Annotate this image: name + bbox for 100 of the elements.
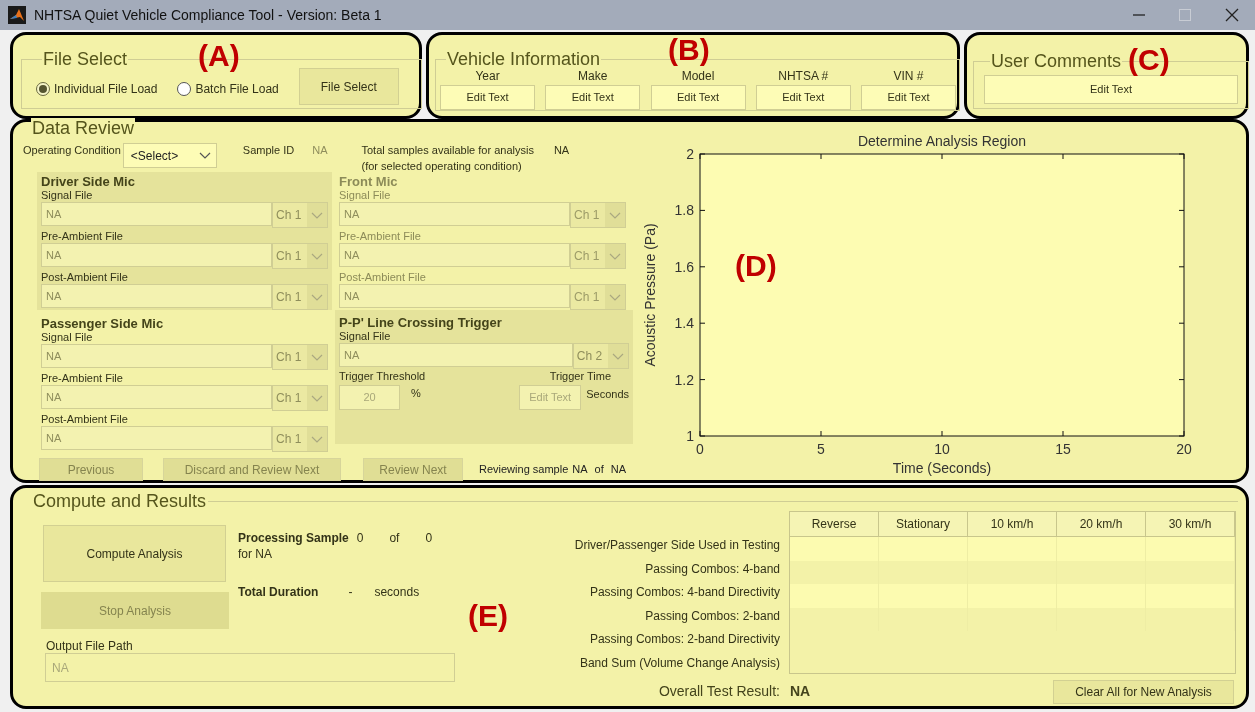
tick-label: 1.4 bbox=[674, 315, 694, 332]
trigger-title: P-P' Line Crossing Trigger bbox=[339, 315, 503, 330]
close-icon[interactable] bbox=[1225, 8, 1239, 22]
clear-all-button[interactable]: Clear All for New Analysis bbox=[1053, 680, 1234, 704]
file-path-field[interactable]: NA bbox=[339, 343, 573, 367]
operating-condition-dropdown[interactable]: <Select> bbox=[122, 143, 217, 168]
text-field[interactable]: Edit Text bbox=[755, 85, 851, 110]
file-path-field[interactable]: NA bbox=[41, 284, 273, 308]
column-header: Stationary bbox=[879, 512, 968, 536]
field-label: Post-Ambient File bbox=[41, 413, 129, 426]
file-select-button[interactable]: File Select bbox=[298, 68, 399, 105]
field-label: Year bbox=[475, 69, 500, 83]
app-logo-icon bbox=[8, 6, 26, 24]
threshold-field[interactable]: 20 bbox=[339, 385, 400, 410]
row-label: Driver/Passenger Side Used in Testing bbox=[574, 537, 780, 554]
tick-label: 1.6 bbox=[674, 258, 694, 275]
axis-title: Time (Seconds) bbox=[892, 460, 992, 476]
channel-dropdown[interactable]: Ch 2 bbox=[572, 343, 629, 369]
row-label: Passing Combos: 2-band Directivity bbox=[589, 631, 780, 648]
file-path-field[interactable]: NA bbox=[41, 426, 273, 450]
channel-dropdown[interactable]: Ch 1 bbox=[272, 344, 328, 370]
field-label: NHTSA # bbox=[778, 69, 829, 83]
group-title: User Comments bbox=[990, 51, 1123, 71]
duration-label: Total Duration bbox=[238, 584, 319, 601]
chevron-down-icon bbox=[307, 386, 327, 410]
overall-result-label: Overall Test Result: bbox=[658, 682, 780, 701]
field-label: Sample ID bbox=[242, 143, 295, 158]
channel-dropdown[interactable]: Ch 1 bbox=[272, 426, 328, 452]
file-path-field[interactable]: NA bbox=[41, 243, 273, 267]
channel-dropdown[interactable]: Ch 1 bbox=[272, 385, 328, 411]
reviewing-current: NA bbox=[572, 462, 588, 478]
column-header: 10 km/h bbox=[968, 512, 1057, 536]
group-title: File Select bbox=[42, 49, 129, 69]
field-label: Signal File bbox=[41, 189, 94, 202]
tick-label: 2 bbox=[686, 146, 694, 162]
tick-label: 1 bbox=[686, 428, 694, 444]
field-label: Pre-Ambient File bbox=[339, 230, 422, 243]
comments-field[interactable]: Edit Text bbox=[984, 75, 1238, 104]
row-label: Passing Combos: 4-band bbox=[645, 560, 780, 578]
field-label: Post-Ambient File bbox=[41, 271, 129, 284]
callout-label: (C) bbox=[1128, 44, 1170, 76]
callout-label: (E) bbox=[468, 600, 508, 632]
chevron-down-icon bbox=[307, 345, 327, 369]
row-label: Passing Combos: 2-band bbox=[645, 607, 780, 625]
tick-label: 20 bbox=[1176, 441, 1192, 457]
field-label: Model bbox=[681, 69, 715, 83]
unit-label: % bbox=[411, 386, 421, 401]
reviewing-of: of bbox=[594, 462, 604, 478]
chevron-down-icon bbox=[608, 344, 628, 368]
total-samples-value: NA bbox=[553, 143, 570, 158]
mic-title: Front Mic bbox=[339, 174, 399, 189]
field-label: Total samples available for analysis bbox=[361, 143, 534, 158]
sample-id-value: NA bbox=[312, 143, 328, 158]
output-path-field[interactable]: NA bbox=[45, 653, 455, 682]
radio-button[interactable] bbox=[177, 81, 192, 96]
callout-label: (A) bbox=[198, 40, 240, 72]
mic-title: Passenger Side Mic bbox=[41, 316, 165, 331]
window-title: NHTSA Quiet Vehicle Compliance Tool - Version: Beta 1 bbox=[34, 5, 382, 25]
channel-dropdown[interactable]: Ch 1 bbox=[272, 284, 328, 310]
file-path-field[interactable]: NA bbox=[41, 344, 273, 368]
file-path-field[interactable]: NA bbox=[41, 385, 273, 409]
unit-label: Seconds bbox=[586, 387, 629, 402]
chevron-down-icon bbox=[307, 203, 327, 227]
duration-unit: seconds bbox=[374, 584, 420, 601]
field-label: Signal File bbox=[339, 330, 392, 343]
text-field[interactable]: Edit Text bbox=[545, 85, 641, 110]
overall-result-value: NA bbox=[790, 682, 811, 701]
reviewing-total: NA bbox=[610, 462, 626, 478]
row-label: Band Sum (Volume Change Analysis) bbox=[579, 654, 780, 672]
channel-dropdown[interactable]: Ch 1 bbox=[272, 243, 328, 269]
field-label: Signal File bbox=[41, 331, 94, 344]
processing-note: for NA bbox=[238, 546, 272, 563]
field-label: Output File Path bbox=[46, 638, 133, 655]
text-field[interactable]: Edit Text bbox=[440, 85, 535, 110]
processing-current: 0 bbox=[356, 530, 364, 547]
chevron-down-icon bbox=[307, 427, 327, 451]
field-label: VIN # bbox=[893, 69, 924, 83]
column-header: 30 km/h bbox=[1146, 512, 1235, 536]
compute-analysis-button[interactable]: Compute Analysis bbox=[43, 525, 226, 582]
processing-of: of bbox=[389, 530, 400, 547]
tick-label: 1.2 bbox=[674, 371, 694, 388]
processing-total: 0 bbox=[425, 530, 433, 547]
row-label: Passing Combos: 4-band Directivity bbox=[589, 584, 780, 601]
channel-dropdown[interactable]: Ch 1 bbox=[272, 202, 328, 228]
column-header: 20 km/h bbox=[1057, 512, 1146, 536]
radio-button[interactable] bbox=[36, 81, 50, 96]
trigger-time-field[interactable]: Edit Text bbox=[519, 385, 582, 410]
mic-title: Driver Side Mic bbox=[41, 174, 136, 189]
file-path-field[interactable]: NA bbox=[41, 202, 273, 226]
text-field[interactable]: Edit Text bbox=[861, 85, 956, 110]
text-field[interactable]: Edit Text bbox=[650, 85, 746, 110]
radio-label: Individual File Load bbox=[54, 80, 158, 98]
field-label: Trigger Time bbox=[549, 370, 611, 383]
axis-title: Acoustic Pressure (Pa) bbox=[643, 223, 658, 367]
field-label: Post-Ambient File bbox=[339, 271, 427, 284]
group-title: Vehicle Information bbox=[446, 49, 602, 69]
field-label: Pre-Ambient File bbox=[41, 372, 124, 385]
field-label: Signal File bbox=[339, 189, 392, 202]
chevron-down-icon bbox=[605, 203, 625, 227]
reviewing-label: Reviewing sample bbox=[479, 462, 569, 478]
